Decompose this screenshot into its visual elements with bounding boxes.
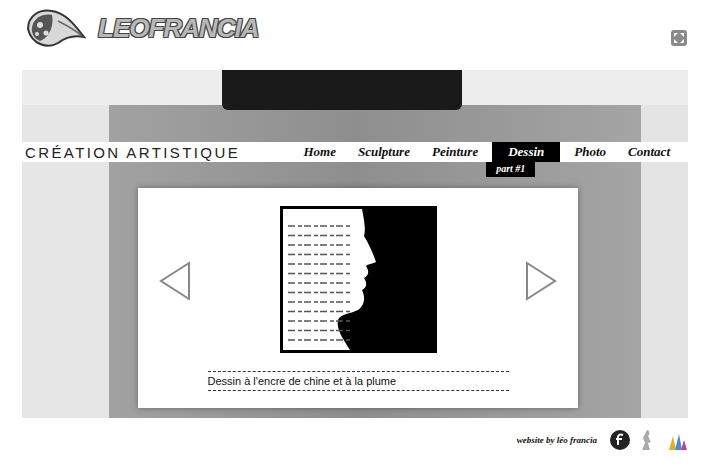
caption: Dessin à l'encre de chine et à la plume <box>208 371 509 391</box>
ink-drawing[interactable] <box>280 206 437 353</box>
credit[interactable]: website by léo francia <box>517 435 597 445</box>
nav-item[interactable]: Dessin part #1 <box>492 142 560 162</box>
banner-photo: CRÉATION ARTISTIQUE Home Sculpture Peintu… <box>22 70 688 418</box>
footer: website by léo francia <box>0 418 709 452</box>
logo[interactable]: LEOFRANCIA <box>24 7 258 49</box>
nav-item[interactable]: Photo <box>566 142 614 162</box>
nav-item[interactable]: Contact <box>620 142 678 162</box>
next-arrow-icon[interactable] <box>524 261 558 301</box>
logo-text: LEOFRANCIA <box>98 13 258 44</box>
colour-logo-icon[interactable] <box>665 428 689 452</box>
nav-strip: CRÉATION ARTISTIQUE Home Sculpture Peintu… <box>22 142 688 162</box>
submenu-item[interactable]: part #1 <box>486 162 535 177</box>
figure-logo-icon[interactable] <box>639 428 657 452</box>
nav-item[interactable]: Home <box>295 142 344 162</box>
nav-item[interactable]: Sculpture <box>350 142 418 162</box>
gallery-content: Dessin à l'encre de chine et à la plume <box>192 206 524 391</box>
metal-piece <box>222 70 462 110</box>
nav-item[interactable]: Peinture <box>424 142 486 162</box>
fullscreen-icon[interactable] <box>671 30 687 46</box>
gallery-card: Dessin à l'encre de chine et à la plume <box>138 188 578 408</box>
main-nav: Home Sculpture Peinture Dessin part #1 Ph… <box>289 142 678 162</box>
tagline: CRÉATION ARTISTIQUE <box>25 144 240 161</box>
helmet-logo-icon <box>24 7 86 49</box>
page: LEOFRANCIA CRÉATION ARTISTIQUE Home Sculpt… <box>0 0 709 470</box>
previous-arrow-icon[interactable] <box>158 261 192 301</box>
circle-logo-icon[interactable] <box>609 429 631 451</box>
header: LEOFRANCIA <box>0 0 709 70</box>
